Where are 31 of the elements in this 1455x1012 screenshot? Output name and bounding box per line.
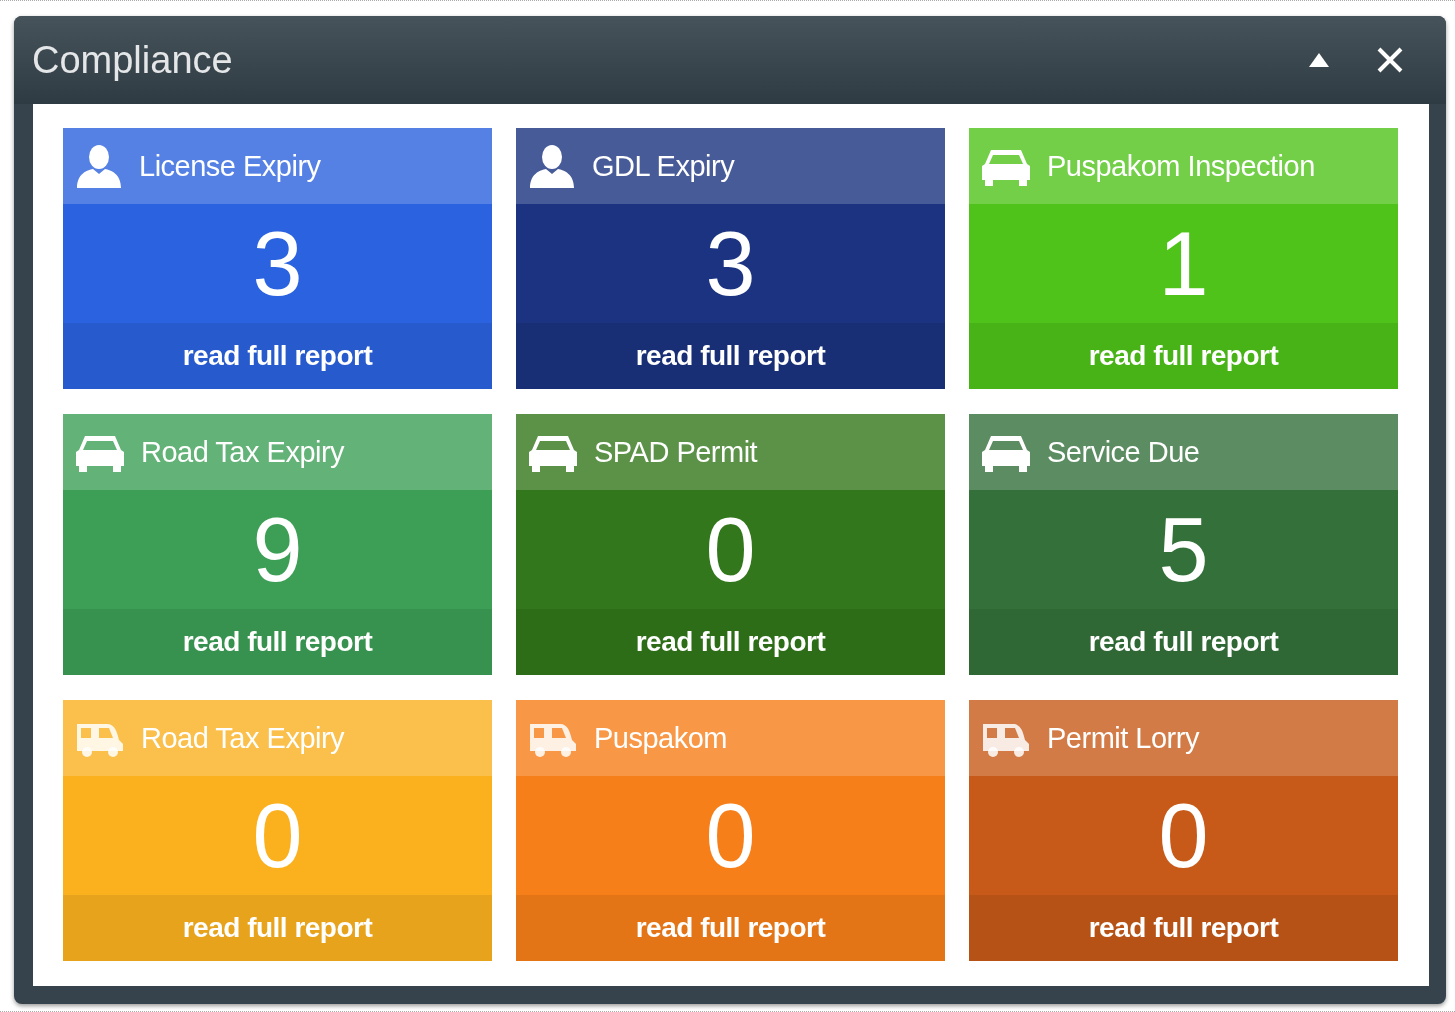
report-link[interactable]: read full report: [969, 895, 1398, 961]
close-icon[interactable]: [1376, 46, 1404, 74]
tile-title: License Expiry: [139, 149, 321, 183]
count-value: 0: [1158, 790, 1209, 881]
report-link[interactable]: read full report: [969, 609, 1398, 675]
tile-title: Puspakom Inspection: [1047, 149, 1315, 183]
report-link[interactable]: read full report: [516, 895, 945, 961]
count-value: 1: [1158, 218, 1209, 309]
tile-title: Road Tax Expiry: [141, 435, 345, 469]
person-icon: [528, 144, 576, 188]
count-value: 3: [252, 218, 303, 309]
count-value: 5: [1158, 504, 1209, 595]
collapse-icon[interactable]: [1308, 52, 1330, 68]
report-link[interactable]: read full report: [63, 323, 492, 389]
report-link[interactable]: read full report: [516, 609, 945, 675]
count-value: 9: [252, 504, 303, 595]
tile-title: Permit Lorry: [1047, 721, 1199, 755]
count-value: 0: [252, 790, 303, 881]
report-link[interactable]: read full report: [969, 323, 1398, 389]
report-link[interactable]: read full report: [516, 323, 945, 389]
tile-title: Road Tax Expiry: [141, 721, 345, 755]
count-value: 0: [705, 504, 756, 595]
window-title: Compliance: [32, 38, 233, 82]
tile-title: Service Due: [1047, 435, 1200, 469]
tile-title: Puspakom: [594, 721, 727, 755]
person-icon: [75, 144, 123, 188]
count-value: 3: [705, 218, 756, 309]
report-link[interactable]: read full report: [63, 609, 492, 675]
tile-title: SPAD Permit: [594, 435, 758, 469]
tile-title: GDL Expiry: [592, 149, 735, 183]
count-value: 0: [705, 790, 756, 881]
